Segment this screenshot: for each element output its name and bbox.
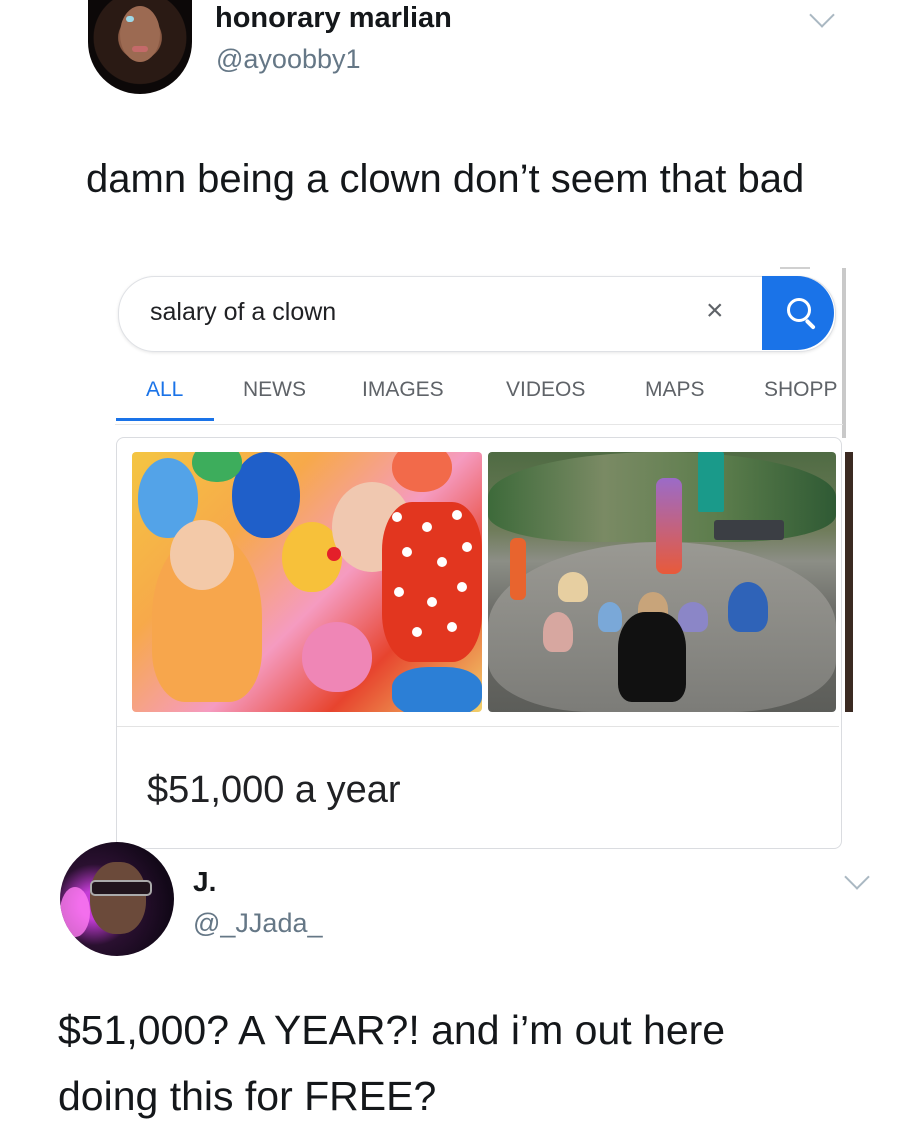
avatar-light: [60, 887, 90, 937]
screenshot-edge: [780, 267, 810, 269]
child-seated: [678, 602, 708, 632]
avatar[interactable]: [60, 842, 174, 956]
balloon: [392, 452, 452, 492]
avatar-lips: [132, 46, 148, 52]
avatar-face: [90, 862, 146, 934]
tab-news[interactable]: NEWS: [243, 378, 306, 402]
chevron-down-icon[interactable]: [844, 864, 870, 890]
result-image[interactable]: [488, 452, 836, 712]
active-tab-indicator: [116, 418, 214, 421]
result-image[interactable]: [132, 452, 482, 712]
balloon: [232, 452, 300, 538]
tab-images[interactable]: IMAGES: [362, 378, 444, 402]
search-button[interactable]: [762, 276, 834, 350]
clown-outfit: [382, 502, 482, 662]
avatar[interactable]: [88, 0, 192, 94]
search-icon-handle: [804, 318, 816, 330]
child-face: [170, 520, 234, 590]
avatar-glasses: [90, 880, 152, 896]
tweet-text: $51,000? A YEAR?! and i’m out here doing…: [58, 997, 878, 1129]
chevron-down-icon[interactable]: [809, 2, 835, 28]
tab-all[interactable]: ALL: [146, 378, 183, 402]
tab-maps[interactable]: MAPS: [645, 378, 705, 402]
user-handle[interactable]: @ayoobby1: [216, 44, 361, 75]
close-icon[interactable]: ×: [706, 296, 724, 326]
clown-performer: [656, 478, 682, 574]
tweet-text: damn being a clown don’t seem that bad: [86, 157, 805, 201]
display-name[interactable]: honorary marlian: [215, 2, 452, 35]
child-seated: [728, 582, 768, 632]
child-seated: [598, 602, 622, 632]
child-seated: [558, 572, 588, 602]
child-seated: [543, 612, 573, 652]
avatar-face: [120, 6, 160, 62]
divider: [115, 424, 843, 425]
tweet-text-line: $51,000? A YEAR?! and i’m out here: [58, 1007, 726, 1053]
divider: [117, 726, 839, 727]
child-standing: [510, 538, 526, 600]
tweet-text-line: doing this for FREE?: [58, 1073, 437, 1119]
avatar-decoration: [126, 16, 134, 22]
balloon: [302, 622, 372, 692]
display-name[interactable]: J.: [193, 866, 216, 898]
park-pillar: [698, 452, 724, 512]
tab-shopping[interactable]: SHOPP: [764, 378, 844, 402]
clown-nose: [327, 547, 341, 561]
scrollbar[interactable]: [842, 268, 846, 438]
park-bench: [714, 520, 784, 540]
search-input[interactable]: salary of a clown: [150, 298, 336, 327]
adult-seated: [618, 612, 686, 702]
answer-text: $51,000 a year: [147, 769, 401, 811]
clown-sleeve: [392, 667, 482, 712]
user-handle[interactable]: @_JJada_: [193, 908, 323, 939]
tab-videos[interactable]: VIDEOS: [506, 378, 585, 402]
next-image-edge: [845, 452, 853, 712]
